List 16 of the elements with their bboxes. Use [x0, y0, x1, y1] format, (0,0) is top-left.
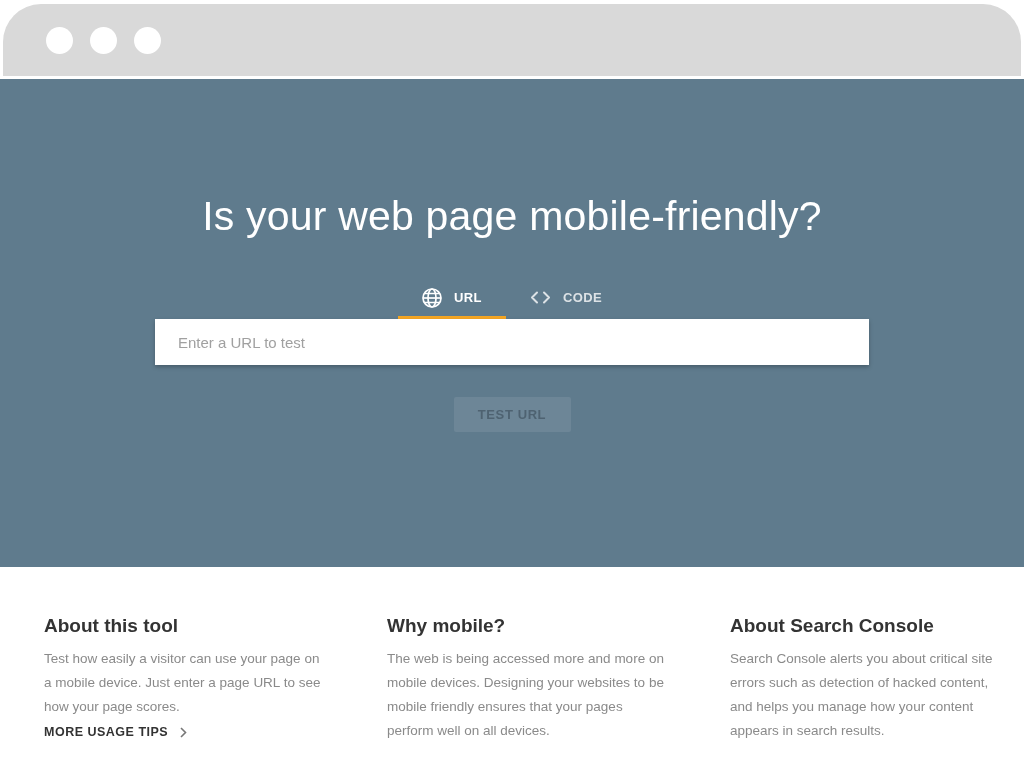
code-icon	[529, 291, 551, 304]
url-input-field[interactable]: Enter a URL to test	[155, 319, 869, 365]
section-text: The web is being accessed more and more on mobile devices. Designing your websites to be mobile friendly ensures that your pages perform well on all devices.	[387, 650, 665, 740]
globe-icon	[421, 287, 442, 308]
section-heading: Why mobile?	[387, 614, 507, 638]
page-title: Is your web page mobile-friendly?	[202, 192, 822, 241]
window-dot-icon	[46, 26, 73, 54]
window-dot-icon	[90, 26, 117, 54]
section-heading: About Search Console	[730, 614, 935, 638]
chevron-right-icon	[180, 726, 188, 738]
section-text: Test how easily a visitor can use your page on a mobile device. Just enter a page URL to see how your page scores.	[44, 650, 322, 716]
section-text: Search Console alerts you about critical site errors such as detection of hacked content, and helps you manage how your content appears in search results.	[730, 650, 994, 740]
input-mode-tab[interactable]: CODE	[505, 279, 627, 319]
window-dot-icon	[134, 26, 161, 54]
section-heading: About this tool	[44, 614, 180, 638]
more-tips-link[interactable]: MORE USAGE TIPS	[44, 725, 188, 739]
